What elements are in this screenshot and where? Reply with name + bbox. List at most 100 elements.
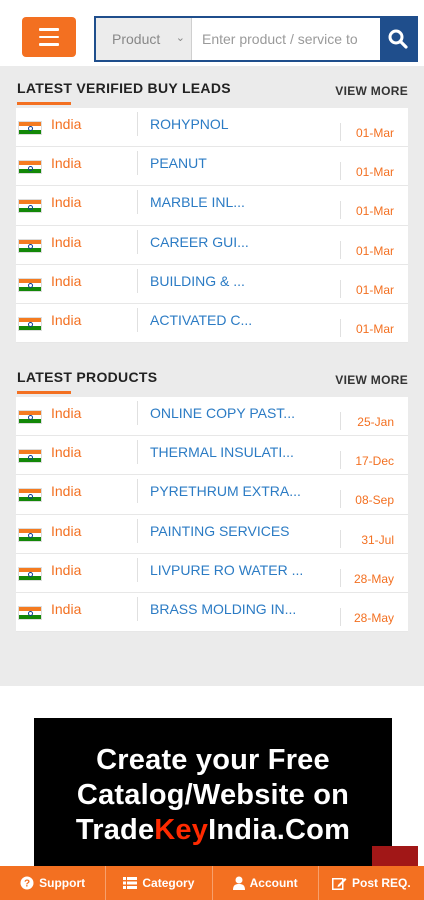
section-title: LATEST VERIFIED BUY LEADS xyxy=(17,80,231,96)
buy-leads-list: India ROHYPNOL 01-Mar India PEANUT 01-Ma… xyxy=(16,108,408,344)
list-item[interactable]: India PYRETHRUM EXTRA... 08-Sep xyxy=(16,475,408,515)
column-divider xyxy=(137,557,138,582)
banner-brand-key: Key xyxy=(154,814,209,846)
buy-lead-link[interactable]: ROHYPNOL xyxy=(150,116,229,132)
product-link[interactable]: THERMAL INSULATI... xyxy=(150,444,294,460)
section-title: LATEST PRODUCTS xyxy=(17,369,158,385)
banner-line-2: Catalog/Website on xyxy=(76,779,350,811)
date-label: 01-Mar xyxy=(355,126,394,140)
search-input[interactable] xyxy=(192,18,380,60)
india-flag-icon xyxy=(18,449,42,464)
search-category-select[interactable]: Product ⌄ xyxy=(96,18,192,60)
banner-line-1: Create your Free xyxy=(96,744,330,776)
date-label: 17-Dec xyxy=(355,454,394,469)
list-item[interactable]: India CAREER GUI... 01-Mar xyxy=(16,225,408,265)
list-item[interactable]: India THERMAL INSULATI... 17-Dec xyxy=(16,436,408,476)
country-label: India xyxy=(51,116,82,132)
product-link[interactable]: BRASS MOLDING IN... xyxy=(150,601,296,617)
nav-account-label: Account xyxy=(249,876,298,890)
india-flag-icon xyxy=(18,277,42,292)
india-flag-icon xyxy=(18,199,42,214)
section-title-underline xyxy=(17,102,71,105)
column-divider xyxy=(340,240,341,259)
country-label: India xyxy=(51,311,82,328)
chevron-down-icon: ⌄ xyxy=(175,32,185,44)
india-flag-icon xyxy=(18,527,42,542)
list-item[interactable]: India ACTIVATED C... 01-Mar xyxy=(16,303,408,344)
india-flag-icon xyxy=(18,160,42,175)
column-divider xyxy=(340,318,341,337)
date-label: 01-Mar xyxy=(355,321,394,336)
column-divider xyxy=(340,607,341,626)
nav-account[interactable]: Account xyxy=(213,866,319,900)
buy-lead-link[interactable]: ACTIVATED C... xyxy=(150,312,252,328)
column-divider xyxy=(137,151,138,176)
nav-post-req-label: Post REQ. xyxy=(352,876,411,890)
top-header: Product ⌄ xyxy=(0,0,424,66)
list-item[interactable]: India BRASS MOLDING IN... 28-May xyxy=(16,592,408,633)
column-divider xyxy=(340,279,341,298)
date-label: 28-May xyxy=(353,571,394,586)
menu-bar xyxy=(39,35,59,39)
india-flag-icon xyxy=(18,605,42,620)
country-label: India xyxy=(51,272,82,289)
india-flag-icon xyxy=(18,316,42,331)
column-divider xyxy=(340,123,341,141)
search-category-value: Product xyxy=(112,31,161,47)
nav-post-requirement[interactable]: Post REQ. xyxy=(319,866,424,900)
nav-category-label: Category xyxy=(142,876,195,890)
edit-icon xyxy=(332,878,347,890)
product-link[interactable]: LIVPURE RO WATER ... xyxy=(150,562,303,578)
date-label: 01-Mar xyxy=(355,243,394,258)
list-item[interactable]: India MARBLE INL... 01-Mar xyxy=(16,186,408,226)
column-divider xyxy=(340,490,341,509)
search-icon xyxy=(388,29,408,49)
list-item[interactable]: India BUILDING & ... 01-Mar xyxy=(16,264,408,304)
latest-products-section: LATEST PRODUCTS VIEW MORE India ONLINE C… xyxy=(0,359,424,633)
country-label: India xyxy=(51,561,82,578)
buy-lead-link[interactable]: PEANUT xyxy=(150,155,207,171)
buy-lead-link[interactable]: MARBLE INL... xyxy=(150,194,245,210)
column-divider xyxy=(340,201,341,220)
section-title-underline xyxy=(17,391,71,394)
user-icon xyxy=(232,876,245,890)
column-divider xyxy=(137,518,138,543)
country-label: India xyxy=(51,405,82,421)
nav-category[interactable]: Category xyxy=(106,866,213,900)
column-divider xyxy=(137,112,138,136)
list-item[interactable]: India PEANUT 01-Mar xyxy=(16,147,408,187)
column-divider xyxy=(340,568,341,587)
view-more-link[interactable]: VIEW MORE xyxy=(335,84,408,98)
list-item[interactable]: India LIVPURE RO WATER ... 28-May xyxy=(16,553,408,593)
country-label: India xyxy=(51,155,82,172)
nav-support[interactable]: ? Support xyxy=(0,866,107,900)
bottom-navigation: ? Support Category Account Post REQ. xyxy=(0,866,424,900)
catalog-promo-banner[interactable]: Create your Free Catalog/Website on Trad… xyxy=(34,718,392,868)
view-more-link[interactable]: VIEW MORE xyxy=(335,373,408,387)
country-label: India xyxy=(51,233,82,250)
column-divider xyxy=(340,451,341,470)
date-label: 01-Mar xyxy=(355,204,394,219)
product-link[interactable]: ONLINE COPY PAST... xyxy=(150,405,295,421)
banner-brand: TradeKeyIndia.Com xyxy=(34,814,392,847)
search-button[interactable] xyxy=(380,18,416,60)
buy-lead-link[interactable]: BUILDING & ... xyxy=(150,273,245,289)
svg-text:?: ? xyxy=(24,879,30,890)
country-label: India xyxy=(51,444,82,461)
column-divider xyxy=(137,190,138,215)
banner-brand-trade: Trade xyxy=(75,814,155,846)
date-label: 31-Jul xyxy=(361,532,394,547)
buy-leads-section: LATEST VERIFIED BUY LEADS VIEW MORE Indi… xyxy=(0,70,424,344)
question-circle-icon: ? xyxy=(20,876,34,890)
products-list: India ONLINE COPY PAST... 25-Jan India T… xyxy=(16,397,408,633)
list-item[interactable]: India PAINTING SERVICES 31-Jul xyxy=(16,514,408,554)
hamburger-menu-button[interactable] xyxy=(22,17,76,57)
list-item[interactable]: India ROHYPNOL 01-Mar xyxy=(16,108,408,148)
section-header: LATEST VERIFIED BUY LEADS VIEW MORE xyxy=(0,70,424,105)
india-flag-icon xyxy=(18,566,42,581)
column-divider xyxy=(137,268,138,293)
product-link[interactable]: PYRETHRUM EXTRA... xyxy=(150,483,301,499)
buy-lead-link[interactable]: CAREER GUI... xyxy=(150,234,249,250)
product-link[interactable]: PAINTING SERVICES xyxy=(150,523,290,539)
list-item[interactable]: India ONLINE COPY PAST... 25-Jan xyxy=(16,397,408,437)
